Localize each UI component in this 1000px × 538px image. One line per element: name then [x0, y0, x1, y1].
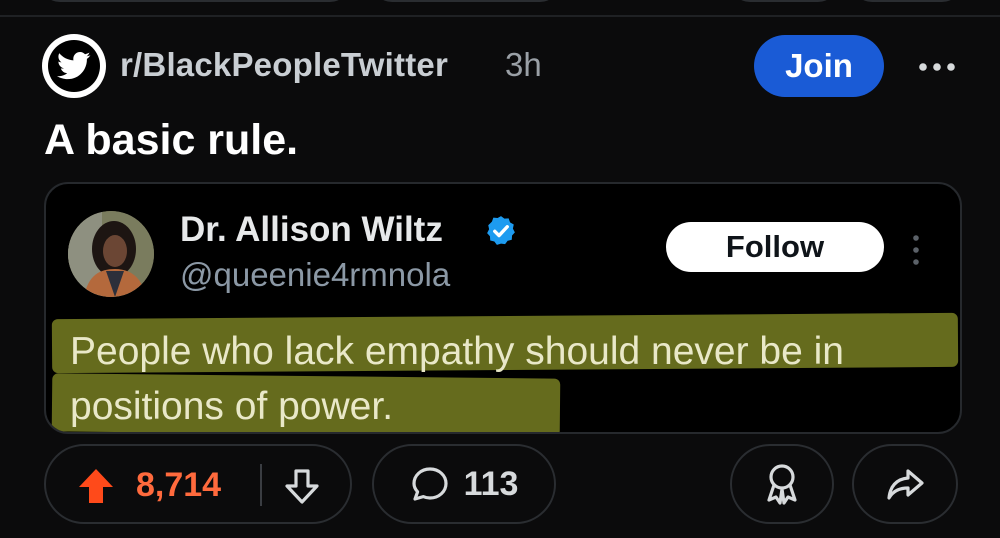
verified-badge-icon	[487, 216, 515, 245]
comment-bubble-icon	[411, 467, 448, 501]
twitter-bird-icon	[57, 51, 91, 80]
share-arrow-icon	[887, 469, 924, 500]
tweet-embed[interactable]: Dr. Allison Wiltz @queenie4rmnola Follow…	[44, 182, 962, 434]
join-button[interactable]: Join	[754, 35, 884, 97]
author-handle[interactable]: @queenie4rmnola	[180, 256, 450, 294]
award-button[interactable]	[730, 444, 834, 524]
author-portrait-image	[68, 211, 154, 297]
post-more-button[interactable]	[915, 52, 959, 82]
vote-bar: 8,714	[44, 444, 352, 524]
author-avatar[interactable]	[68, 211, 154, 297]
upvote-arrow-icon[interactable]	[76, 466, 116, 506]
follow-button[interactable]: Follow	[666, 222, 884, 272]
post-time: 3h	[505, 46, 542, 83]
author-name[interactable]: Dr. Allison Wiltz	[180, 210, 443, 250]
subreddit-name[interactable]: r/BlackPeopleTwitter	[120, 46, 448, 84]
previous-award-pill	[730, 0, 838, 2]
post-divider	[0, 15, 1000, 17]
downvote-arrow-icon[interactable]	[282, 466, 322, 506]
previous-comment-pill	[372, 0, 560, 2]
upvote-count: 8,714	[136, 466, 222, 504]
comment-count: 113	[463, 464, 519, 503]
subreddit-avatar[interactable]	[42, 34, 106, 98]
vote-separator	[260, 464, 262, 506]
share-button[interactable]	[852, 444, 958, 524]
previous-share-pill	[852, 0, 962, 2]
tweet-text: People who lack empathy should never be …	[70, 330, 844, 428]
more-horizontal-icon	[919, 63, 955, 71]
comments-button[interactable]: 113	[372, 444, 556, 524]
post-title[interactable]: A basic rule.	[44, 116, 298, 165]
previous-vote-pill	[40, 0, 350, 2]
award-icon	[767, 464, 797, 505]
more-vertical-icon[interactable]	[908, 232, 924, 268]
previous-post-actions	[0, 0, 1000, 20]
